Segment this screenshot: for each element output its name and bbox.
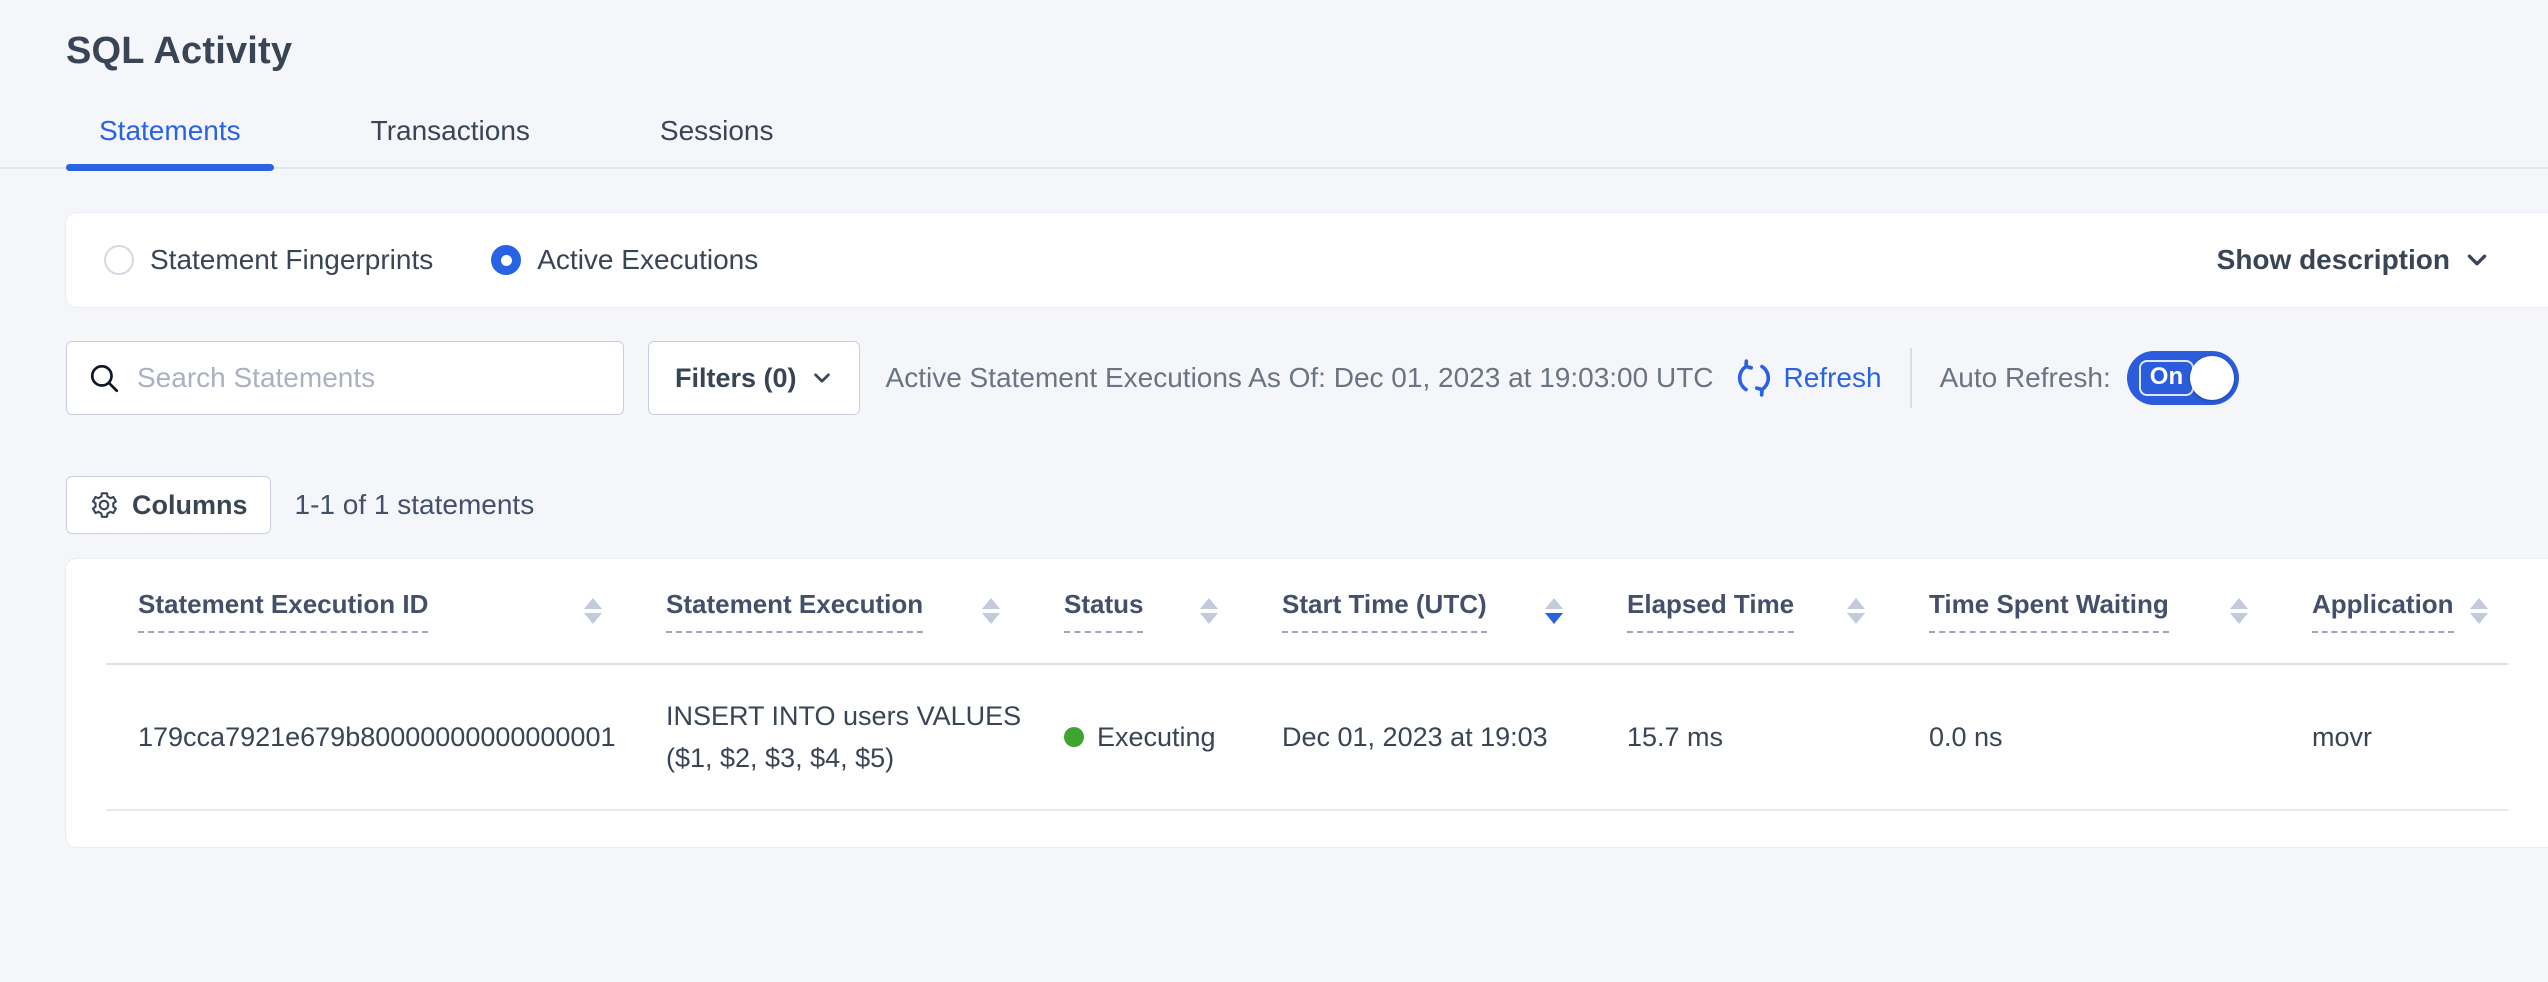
- cell-time-spent-waiting: 0.0 ns: [1929, 722, 2312, 753]
- cell-status: Executing: [1064, 722, 1282, 753]
- table-controls: Columns 1-1 of 1 statements: [66, 476, 2548, 534]
- toolbar: Filters (0) Active Statement Executions …: [66, 340, 2548, 416]
- search-input[interactable]: [137, 362, 603, 394]
- search-icon: [87, 361, 121, 395]
- columns-button[interactable]: Columns: [66, 476, 271, 534]
- statements-table: Statement Execution ID Statement Executi…: [66, 559, 2548, 847]
- radio-unselected-icon: [104, 245, 134, 275]
- tab-sessions[interactable]: Sessions: [627, 115, 807, 167]
- sort-icon[interactable]: [982, 598, 1000, 624]
- status-text: Executing: [1097, 722, 1216, 753]
- column-header-elapsed-time[interactable]: Elapsed Time: [1627, 589, 1929, 633]
- sort-icon[interactable]: [2230, 598, 2248, 624]
- tab-statements[interactable]: Statements: [66, 115, 274, 167]
- cell-elapsed-time: 15.7 ms: [1627, 722, 1929, 753]
- radio-statement-fingerprints[interactable]: Statement Fingerprints: [104, 244, 433, 276]
- column-header-label: Statement Execution ID: [138, 589, 428, 633]
- column-header-label: Elapsed Time: [1627, 589, 1794, 633]
- column-header-application[interactable]: Application: [2312, 589, 2508, 633]
- sort-icon[interactable]: [1847, 598, 1865, 624]
- refresh-button[interactable]: Refresh: [1734, 358, 1882, 398]
- column-header-status[interactable]: Status: [1064, 589, 1282, 633]
- chevron-down-icon: [2464, 247, 2490, 273]
- show-description-toggle[interactable]: Show description: [2217, 244, 2490, 276]
- auto-refresh-toggle[interactable]: On: [2127, 351, 2239, 405]
- tab-bar: Statements Transactions Sessions: [0, 115, 2548, 169]
- column-header-statement-execution[interactable]: Statement Execution: [666, 589, 1064, 633]
- toggle-state-label: On: [2139, 360, 2194, 396]
- table-row[interactable]: 179cca7921e679b80000000000000001 INSERT …: [106, 665, 2508, 811]
- sort-icon[interactable]: [584, 598, 602, 624]
- result-count: 1-1 of 1 statements: [295, 489, 535, 521]
- table-header-row: Statement Execution ID Statement Executi…: [106, 559, 2508, 665]
- column-header-label: Time Spent Waiting: [1929, 589, 2169, 633]
- sort-icon[interactable]: [1200, 598, 1218, 624]
- sql-activity-page: SQL Activity Statements Transactions Ses…: [0, 0, 2548, 847]
- auto-refresh-label: Auto Refresh:: [1940, 362, 2111, 394]
- view-mode-radio-group: Statement Fingerprints Active Executions: [104, 244, 816, 276]
- refresh-label: Refresh: [1784, 362, 1882, 394]
- tab-transactions[interactable]: Transactions: [338, 115, 563, 167]
- toggle-knob-icon: [2190, 356, 2234, 400]
- column-header-label: Statement Execution: [666, 589, 923, 633]
- radio-selected-icon: [491, 245, 521, 275]
- toolbar-divider: [1910, 348, 1912, 408]
- column-header-start-time[interactable]: Start Time (UTC): [1282, 589, 1627, 633]
- columns-label: Columns: [132, 490, 248, 521]
- status-dot-icon: [1064, 727, 1084, 747]
- sql-text-line1: INSERT INTO users VALUES: [666, 695, 1034, 737]
- gear-icon: [89, 490, 119, 520]
- page-title: SQL Activity: [66, 30, 2548, 73]
- sort-icon[interactable]: [2470, 598, 2488, 624]
- search-box: [66, 341, 624, 415]
- chevron-down-icon: [811, 367, 833, 389]
- filters-label: Filters (0): [675, 363, 797, 394]
- filters-button[interactable]: Filters (0): [648, 341, 860, 415]
- radio-label: Active Executions: [537, 244, 758, 276]
- view-mode-card: Statement Fingerprints Active Executions…: [66, 213, 2548, 307]
- column-header-label: Application: [2312, 589, 2454, 633]
- cell-application: movr: [2312, 722, 2508, 753]
- column-header-time-spent-waiting[interactable]: Time Spent Waiting: [1929, 589, 2312, 633]
- sql-text-line2: ($1, $2, $3, $4, $5): [666, 737, 1034, 779]
- radio-active-executions[interactable]: Active Executions: [491, 244, 758, 276]
- cell-start-time: Dec 01, 2023 at 19:03: [1282, 722, 1627, 753]
- show-description-label: Show description: [2217, 244, 2450, 276]
- sort-icon-active-desc[interactable]: [1545, 598, 1563, 624]
- as-of-timestamp: Active Statement Executions As Of: Dec 0…: [886, 362, 1714, 394]
- cell-execution-id[interactable]: 179cca7921e679b80000000000000001: [106, 722, 666, 753]
- column-header-label: Status: [1064, 589, 1143, 633]
- column-header-label: Start Time (UTC): [1282, 589, 1487, 633]
- column-header-statement-execution-id[interactable]: Statement Execution ID: [106, 589, 666, 633]
- cell-statement-execution[interactable]: INSERT INTO users VALUES ($1, $2, $3, $4…: [666, 695, 1064, 779]
- radio-label: Statement Fingerprints: [150, 244, 433, 276]
- refresh-icon: [1734, 358, 1774, 398]
